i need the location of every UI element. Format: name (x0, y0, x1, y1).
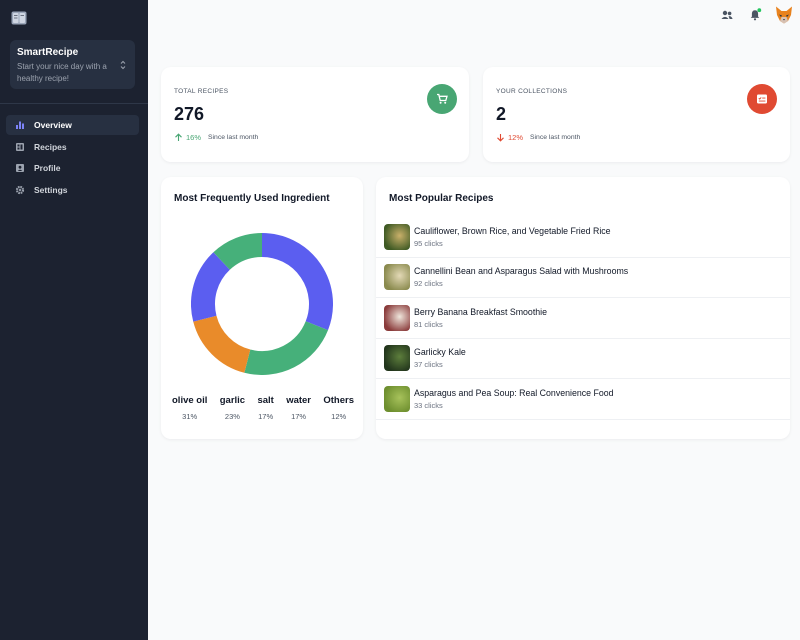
recipe-name: Cannellini Bean and Asparagus Salad with… (414, 266, 629, 277)
donut-slice-olive-oil (261, 233, 333, 331)
recipe-name: Garlicky Kale (414, 347, 466, 358)
recipe-thumbnail (384, 304, 410, 331)
sidebar-item-settings[interactable]: Settings (6, 180, 139, 200)
cart-icon (427, 84, 457, 114)
notification-dot (757, 8, 762, 13)
id-card-icon (15, 163, 25, 173)
sidebar-item-label: Profile (34, 163, 61, 174)
card-title: Most Frequently Used Ingredient (174, 193, 330, 204)
ingredient-donut-chart (191, 233, 333, 375)
app-tagline: Start your nice day with a healthy recip… (17, 62, 107, 83)
legend-percent: 17% (291, 412, 307, 421)
table-icon (15, 142, 25, 152)
users-icon[interactable] (720, 8, 734, 22)
logo-icon[interactable] (11, 11, 27, 25)
total-recipes-card: TOTAL RECIPES 276 16% Since last month (161, 67, 469, 162)
recipe-thumbnail (384, 345, 410, 372)
recipe-thumbnail (384, 223, 410, 250)
recipe-clicks: 95 clicks (414, 238, 443, 248)
card-title: Most Popular Recipes (389, 193, 494, 204)
recipe-name: Cauliflower, Brown Rice, and Vegetable F… (414, 225, 611, 236)
legend-percent: 12% (331, 412, 347, 421)
stat-change: 16% Since last month (174, 133, 258, 142)
donut-slice-salt (193, 315, 251, 373)
stat-label: TOTAL RECIPES (174, 88, 229, 95)
ingredient-card: Most Frequently Used Ingredient olive oi… (161, 177, 363, 439)
recipe-thumbnail (384, 264, 410, 291)
stat-change: 12% Since last month (496, 133, 580, 142)
sidebar-item-recipes[interactable]: Recipes (6, 137, 139, 157)
sidebar-item-profile[interactable]: Profile (6, 158, 139, 178)
gear-icon (15, 185, 25, 195)
recipe-clicks: 33 clicks (414, 400, 443, 410)
legend-name: salt (257, 395, 274, 406)
legend-name: garlic (219, 395, 246, 406)
recipe-clicks: 81 clicks (414, 319, 443, 329)
legend-percent: 17% (258, 412, 274, 421)
donut-slice-water (191, 252, 231, 322)
change-percent: 12% (508, 133, 524, 142)
legend-name: Others (323, 395, 354, 406)
recipe-name: Berry Banana Breakfast Smoothie (414, 306, 548, 317)
recipe-list: Cauliflower, Brown Rice, and Vegetable F… (376, 217, 790, 420)
sidebar: SmartRecipe Start your nice day with a h… (0, 0, 148, 640)
stat-value: 2 (496, 104, 507, 124)
recipe-clicks: 37 clicks (414, 360, 443, 370)
workspace-selector[interactable]: SmartRecipe Start your nice day with a h… (10, 40, 135, 89)
legend-percent: 23% (224, 412, 240, 421)
legend-item: Others 12% (323, 395, 354, 421)
legend-name: olive oil (172, 395, 208, 406)
stat-label: YOUR COLLECTIONS (496, 88, 568, 95)
sidebar-item-label: Overview (34, 120, 72, 130)
donut-slice-garlic (244, 320, 329, 375)
legend-item: water 17% (286, 395, 311, 421)
list-item[interactable]: Asparagus and Pea Soup: Real Convenience… (376, 379, 790, 420)
sidebar-item-label: Settings (34, 184, 68, 195)
sidebar-item-overview[interactable]: Overview (6, 115, 139, 135)
list-item[interactable]: Berry Banana Breakfast Smoothie 81 click… (376, 298, 790, 339)
checklist-icon (747, 84, 777, 114)
list-item[interactable]: Cannellini Bean and Asparagus Salad with… (376, 258, 790, 298)
recipe-thumbnail (384, 385, 410, 412)
change-since: Since last month (530, 134, 581, 141)
bar-chart-icon (15, 120, 25, 130)
legend-name: water (286, 395, 312, 406)
list-item[interactable]: Cauliflower, Brown Rice, and Vegetable F… (376, 217, 790, 258)
sidebar-item-label: Recipes (34, 141, 67, 152)
collections-card: YOUR COLLECTIONS 2 12% Since last month (483, 67, 790, 162)
sidebar-nav: Overview Recipes Profile Settings (6, 115, 139, 201)
list-item[interactable]: Garlicky Kale 37 clicks (376, 339, 790, 379)
app-name: SmartRecipe (17, 47, 79, 58)
stat-value: 276 (174, 104, 205, 124)
bell-icon[interactable] (748, 8, 762, 22)
change-percent: 16% (186, 133, 202, 142)
recipe-clicks: 92 clicks (414, 279, 443, 289)
change-since: Since last month (208, 134, 259, 141)
legend-item: olive oil 31% (172, 395, 207, 421)
arrow-down-icon (496, 133, 505, 142)
arrow-up-icon (174, 133, 183, 142)
chevron-updown-icon (119, 58, 127, 70)
avatar[interactable] (774, 5, 794, 25)
sidebar-divider (0, 103, 148, 104)
donut-slice-others (213, 233, 263, 271)
legend-item: garlic 23% (220, 395, 245, 421)
popular-recipes-card: Most Popular Recipes Cauliflower, Brown … (376, 177, 790, 439)
legend-percent: 31% (182, 412, 198, 421)
legend-item: salt 17% (257, 395, 273, 421)
ingredient-legend: olive oil 31% garlic 23% salt 17% water … (172, 395, 354, 421)
recipe-name: Asparagus and Pea Soup: Real Convenience… (414, 387, 614, 398)
